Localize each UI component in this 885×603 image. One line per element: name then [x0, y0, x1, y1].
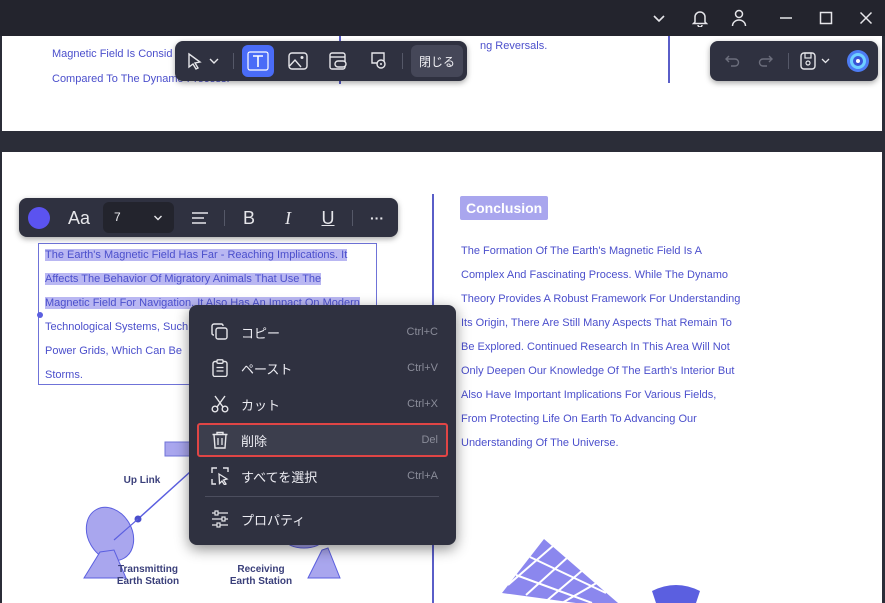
scissors-icon [211, 395, 229, 413]
menu-item-label: プロパティ [241, 512, 306, 528]
text-line: Technological Systems, Such [45, 321, 189, 333]
context-menu: コピー Ctrl+C ペースト Ctrl+V カット Ctrl+X 削除 Del… [189, 305, 456, 545]
conclusion-text-line: Only Deepen Our Knowledge Of The Earth's… [461, 365, 735, 377]
sliders-icon [212, 510, 228, 528]
toolbar-separator [224, 210, 225, 226]
maximize-icon[interactable] [812, 4, 840, 32]
text-line: Power Grids, Which Can Be [45, 345, 182, 357]
toolbar-separator [788, 53, 789, 69]
menu-item-label: カット [241, 397, 281, 413]
underline-button[interactable]: U [312, 202, 344, 234]
satellite-illustration [502, 539, 700, 603]
transmitting-station-label: Transmitting Earth Station [116, 564, 180, 587]
bell-icon[interactable] [686, 4, 714, 32]
right-toolbar [710, 41, 878, 81]
menu-item-delete[interactable]: 削除 Del [197, 423, 448, 457]
chevron-down-icon [154, 215, 162, 221]
italic-button[interactable]: I [272, 202, 304, 234]
link-tool[interactable] [322, 45, 354, 77]
save-icon[interactable] [794, 45, 838, 77]
menu-item-label: すべてを選択 [241, 469, 318, 485]
select-tool[interactable] [179, 45, 229, 77]
receiving-station-label: Receiving Earth Station [229, 564, 293, 587]
selected-text-line: Affects The Behavior Of Migratory Animal… [45, 273, 322, 285]
close-edit-button[interactable]: 閉じる [411, 45, 463, 77]
menu-item-label: 削除 [241, 433, 268, 449]
conclusion-text-line: The Formation Of The Earth's Magnetic Fi… [461, 245, 702, 257]
select-all-icon [211, 467, 229, 485]
trash-icon [212, 431, 228, 449]
column-divider [668, 36, 670, 83]
more-options-button[interactable]: ··· [361, 202, 393, 234]
chevron-down-icon[interactable] [645, 4, 673, 32]
conclusion-text-line: Also Have Important Implications For Var… [461, 389, 717, 401]
menu-item-shortcut: Ctrl+V [407, 362, 438, 374]
menu-item-properties[interactable]: プロパティ [197, 502, 448, 536]
conclusion-text-line: Be Explored. Continued Research In This … [461, 341, 730, 353]
menu-item-cut[interactable]: カット Ctrl+X [197, 387, 448, 421]
paste-icon [212, 359, 228, 377]
resize-handle[interactable] [37, 312, 43, 318]
conclusion-text-line: Theory Provides A Robust Framework For U… [461, 293, 741, 305]
edit-toolbar: 閉じる [175, 41, 467, 81]
text-format-bar: Aa 7 B I U ··· [19, 198, 398, 237]
toolbar-separator [402, 53, 403, 69]
menu-item-label: ペースト [241, 361, 293, 377]
copy-icon [211, 323, 228, 340]
minimize-icon[interactable] [772, 4, 800, 32]
stamp-tool[interactable] [362, 45, 394, 77]
app-window: Magnetic Field Is Consid Compared To The… [0, 0, 885, 603]
toolbar-separator [233, 53, 234, 69]
conclusion-text-line: Its Origin, There Are Still Many Aspects… [461, 317, 732, 329]
font-size-select[interactable]: 7 [103, 202, 174, 233]
menu-item-paste[interactable]: ペースト Ctrl+V [197, 351, 448, 385]
conclusion-text-line: Complex And Fascinating Process. While T… [461, 269, 728, 281]
conclusion-text-line: Understanding Of The Universe. [461, 437, 619, 449]
image-tool[interactable] [282, 45, 314, 77]
menu-item-shortcut: Ctrl+X [407, 398, 438, 410]
undo-icon[interactable] [716, 45, 748, 77]
title-bar [0, 0, 885, 36]
menu-item-shortcut: Del [421, 434, 438, 446]
menu-item-copy[interactable]: コピー Ctrl+C [197, 315, 448, 349]
bold-button[interactable]: B [233, 202, 265, 234]
close-icon[interactable] [852, 4, 880, 32]
page-text-line: Magnetic Field Is Consid [52, 48, 173, 60]
menu-item-label: コピー [241, 325, 281, 341]
menu-item-select-all[interactable]: すべてを選択 Ctrl+A [197, 459, 448, 493]
ai-assistant-icon[interactable] [842, 45, 874, 77]
text-tool[interactable] [242, 45, 274, 77]
user-icon[interactable] [725, 4, 753, 32]
menu-separator [205, 496, 439, 497]
align-icon[interactable] [184, 202, 216, 234]
font-picker-button[interactable]: Aa [61, 202, 97, 234]
redo-icon[interactable] [750, 45, 782, 77]
font-size-value: 7 [114, 210, 121, 224]
toolbar-separator [352, 210, 353, 226]
conclusion-text-line: From Protecting Life On Earth To Advanci… [461, 413, 697, 425]
menu-item-shortcut: Ctrl+C [406, 326, 438, 338]
text-color-picker[interactable] [23, 202, 55, 234]
menu-item-shortcut: Ctrl+A [407, 470, 438, 482]
conclusion-heading: Conclusion [460, 196, 549, 220]
page-text-line: ng Reversals. [480, 40, 548, 52]
selected-text-line: The Earth's Magnetic Field Has Far - Rea… [45, 249, 348, 261]
text-line: Storms. [45, 369, 83, 381]
up-link-label: Up Link [123, 475, 161, 486]
